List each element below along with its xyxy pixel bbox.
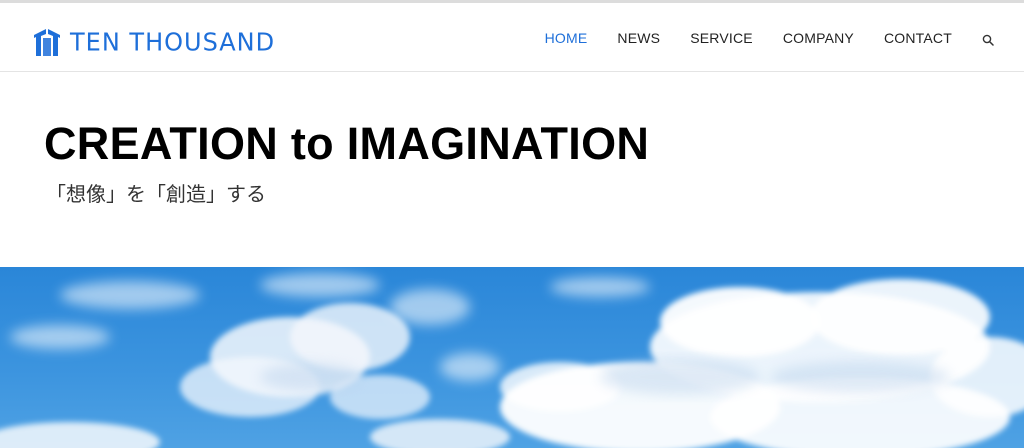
hero-headline: CREATION to IMAGINATION bbox=[44, 118, 650, 169]
nav-company[interactable]: COMPANY bbox=[783, 30, 854, 46]
nav-service[interactable]: SERVICE bbox=[690, 30, 753, 46]
hero-subheadline: 「想像」を「創造」する bbox=[46, 182, 266, 206]
nav-news[interactable]: NEWS bbox=[617, 30, 660, 46]
logo-text: TEN THOUSAND bbox=[70, 27, 276, 57]
nav-home[interactable]: HOME bbox=[545, 30, 588, 46]
hero-section: CREATION to IMAGINATION 「想像」を「創造」する bbox=[44, 118, 649, 208]
nav-contact[interactable]: CONTACT bbox=[884, 30, 952, 46]
search-icon[interactable] bbox=[982, 33, 994, 46]
site-header: TEN THOUSAND HOME NEWS SERVICE COMPANY C… bbox=[0, 3, 1024, 72]
site-logo[interactable]: TEN THOUSAND bbox=[32, 25, 275, 59]
sky-banner-image bbox=[0, 267, 1024, 448]
main-nav: HOME NEWS SERVICE COMPANY CONTACT bbox=[515, 3, 994, 72]
logo-icon bbox=[34, 29, 60, 56]
